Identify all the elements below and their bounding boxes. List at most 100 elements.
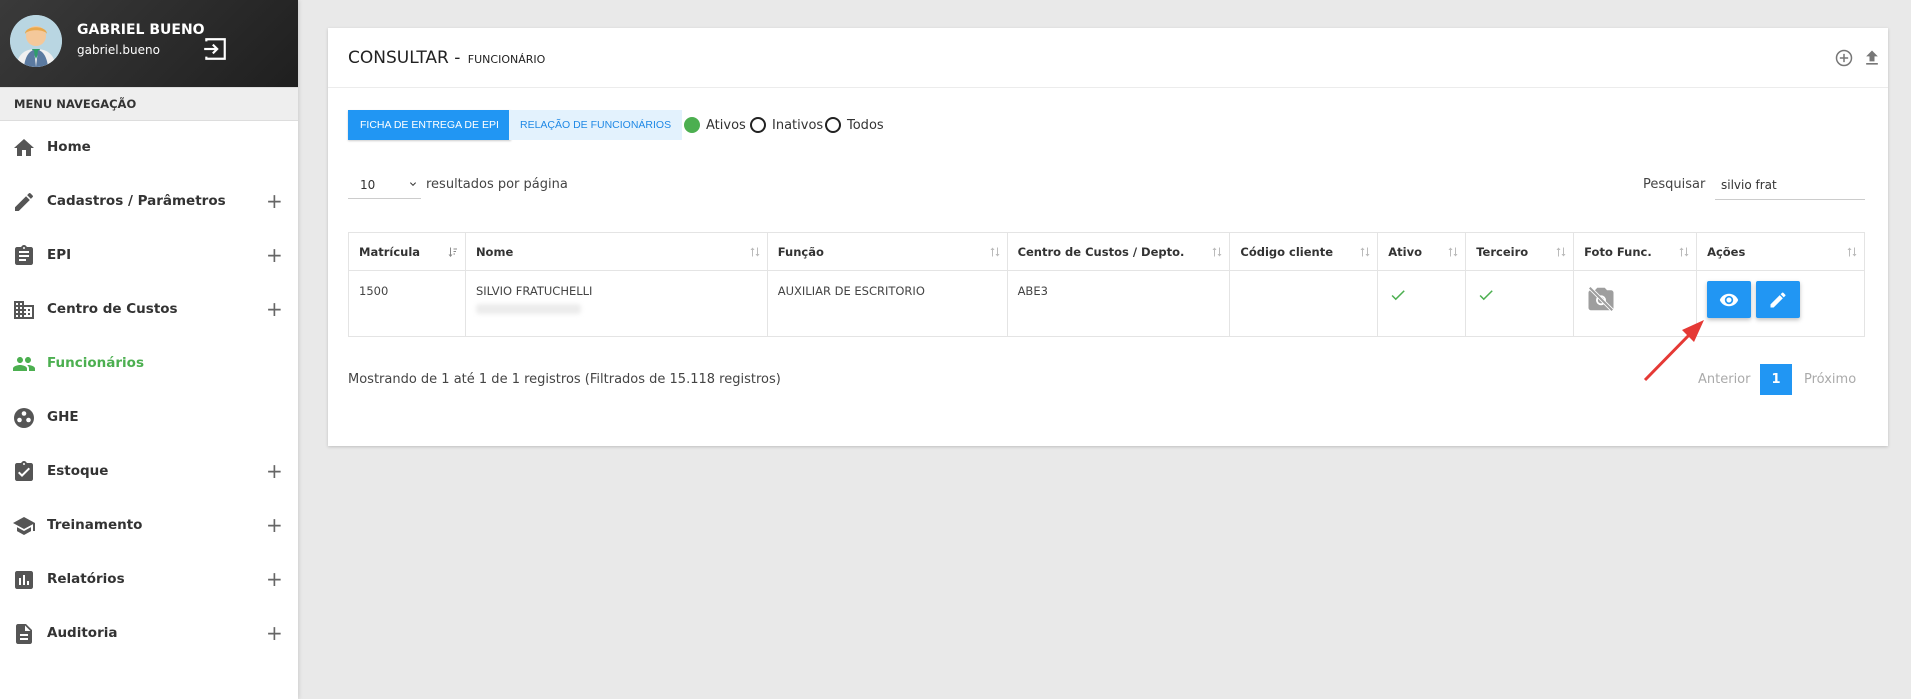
page-title-text: CONSULTAR [348, 48, 449, 68]
sort-both-icon [1212, 247, 1222, 257]
relacao-funcionarios-button[interactable]: RELAÇÃO DE FUNCIONÁRIOS [509, 110, 683, 140]
check-icon [1479, 290, 1493, 301]
school-icon [13, 517, 35, 535]
expand-plus-icon[interactable]: + [266, 243, 283, 267]
avatar [10, 15, 62, 67]
user-name: GABRIEL BUENO [77, 22, 205, 38]
sidebar-item-label: EPI [47, 247, 72, 263]
chart-icon [15, 571, 33, 589]
sidebar-item-label: Home [47, 139, 91, 155]
column-header-acoes[interactable]: Ações [1696, 232, 1865, 271]
menu-header: MENU NAVEGAÇÃO [0, 87, 298, 121]
cell-nome-text: SILVIO FRATUCHELLI [475, 284, 593, 298]
column-header-funcao[interactable]: Função [766, 232, 1008, 271]
sort-both-icon [750, 247, 760, 257]
radio-unchecked-icon [825, 117, 841, 133]
page-title: CONSULTAR - FUNCIONÁRIO [348, 48, 545, 68]
logout-icon[interactable] [202, 36, 228, 62]
sidebar-item-estoque[interactable]: Estoque + [0, 445, 298, 499]
edit-button[interactable] [1756, 281, 1801, 318]
sidebar-item-label: Auditoria [47, 625, 118, 641]
sidebar-item-label: Centro de Custos [47, 301, 178, 317]
column-header-label: Ações [1707, 244, 1746, 259]
page-length-value: 10 [360, 178, 376, 192]
sidebar-item-home[interactable]: Home [0, 121, 298, 175]
sidebar-item-label: Funcionários [47, 355, 144, 371]
sidebar-item-label: Estoque [47, 463, 109, 479]
column-header-nome[interactable]: Nome [464, 232, 768, 271]
pagination-page-1[interactable]: 1 [1760, 364, 1792, 395]
chevron-down-icon [410, 182, 416, 186]
sidebar-item-ghe[interactable]: GHE [0, 391, 298, 445]
filter-ativos-radio[interactable]: Ativos [684, 117, 746, 133]
check-icon [1391, 290, 1406, 301]
home-icon [14, 139, 34, 156]
eye-icon [1719, 293, 1739, 306]
page-title-separator: - [448, 48, 466, 68]
column-header-terceiro[interactable]: Terceiro [1465, 232, 1575, 271]
building-icon [14, 301, 34, 319]
column-header-centro-de-custos[interactable]: Centro de Custos / Depto. [1006, 232, 1231, 271]
sidebar-item-auditoria[interactable]: Auditoria + [0, 607, 298, 661]
page-length-select[interactable]: 10 [348, 171, 421, 199]
sidebar-item-relatorios[interactable]: Relatórios + [0, 553, 298, 607]
sidebar-item-label: Relatórios [47, 571, 125, 587]
expand-plus-icon[interactable]: + [266, 189, 283, 213]
clipboard-check-icon [15, 461, 33, 481]
sort-both-icon [1556, 247, 1566, 257]
upload-icon[interactable] [1862, 48, 1882, 68]
column-header-ativo[interactable]: Ativo [1377, 232, 1467, 271]
sidebar-item-centro-de-custos[interactable]: Centro de Custos + [0, 283, 298, 337]
column-header-foto-func[interactable]: Foto Func. [1573, 232, 1698, 271]
clipboard-icon [15, 245, 33, 265]
page-length-label: resultados por página [426, 177, 568, 192]
sidebar-item-label: Cadastros / Parâmetros [47, 193, 226, 209]
annotation-arrow-icon [1643, 320, 1704, 382]
filter-label: Inativos [772, 117, 824, 133]
no-photo-icon [1588, 286, 1614, 312]
pencil-icon [15, 192, 34, 211]
sidebar-item-label: Treinamento [47, 517, 143, 533]
user-login: gabriel.bueno [77, 43, 160, 57]
pencil-icon [1770, 291, 1786, 307]
pagination-next[interactable]: Próximo [1804, 372, 1856, 387]
filter-inativos-radio[interactable]: Inativos [750, 117, 823, 133]
expand-plus-icon[interactable]: + [266, 459, 283, 483]
cell-ativo [1377, 270, 1467, 337]
view-button[interactable] [1707, 281, 1752, 318]
user-info: GABRIEL BUENO gabriel.bueno [0, 0, 298, 87]
expand-plus-icon[interactable]: + [266, 297, 283, 321]
sidebar-item-epi[interactable]: EPI + [0, 229, 298, 283]
expand-plus-icon[interactable]: + [266, 567, 283, 591]
people-icon [13, 357, 35, 371]
document-icon [16, 624, 32, 644]
funcionarios-table: Matrícula Nome Função Centro de Custos /… [348, 232, 1865, 337]
menu-list: Home Cadastros / Parâmetros + EPI + Cent… [0, 121, 298, 661]
sidebar-item-funcionarios[interactable]: Funcionários [0, 337, 298, 391]
table-row[interactable]: 1500 SILVIO FRATUCHELLI AUXILIAR DE ESCR… [348, 270, 1865, 337]
column-header-label: Matrícula [359, 244, 421, 259]
expand-plus-icon[interactable]: + [266, 513, 283, 537]
column-header-label: Nome [475, 244, 514, 259]
filter-label: Todos [847, 117, 884, 133]
sidebar-item-cadastros[interactable]: Cadastros / Parâmetros + [0, 175, 298, 229]
add-circle-icon[interactable] [1834, 48, 1854, 68]
ficha-entrega-epi-button[interactable]: FICHA DE ENTREGA DE EPI [348, 110, 511, 140]
sidebar: GABRIEL BUENO gabriel.bueno MENU NAVEGAÇ… [0, 0, 298, 699]
column-header-matricula[interactable]: Matrícula [348, 232, 466, 271]
page-subtitle: FUNCIONÁRIO [467, 53, 546, 66]
search-input[interactable] [1715, 170, 1865, 200]
table-info: Mostrando de 1 até 1 de 1 registros (Fil… [348, 372, 781, 387]
redacted-text [475, 304, 581, 314]
sidebar-item-treinamento[interactable]: Treinamento + [0, 499, 298, 553]
column-header-label: Terceiro [1476, 244, 1529, 259]
filter-todos-radio[interactable]: Todos [825, 117, 884, 133]
column-header-label: Foto Func. [1584, 244, 1652, 259]
radio-checked-icon [684, 117, 700, 133]
search-label: Pesquisar [1643, 177, 1706, 192]
card-header: CONSULTAR - FUNCIONÁRIO [328, 28, 1888, 88]
column-header-codigo-cliente[interactable]: Código cliente [1229, 232, 1379, 271]
expand-plus-icon[interactable]: + [266, 621, 283, 645]
sidebar-item-label: GHE [47, 409, 79, 425]
column-header-label: Função [777, 244, 824, 259]
